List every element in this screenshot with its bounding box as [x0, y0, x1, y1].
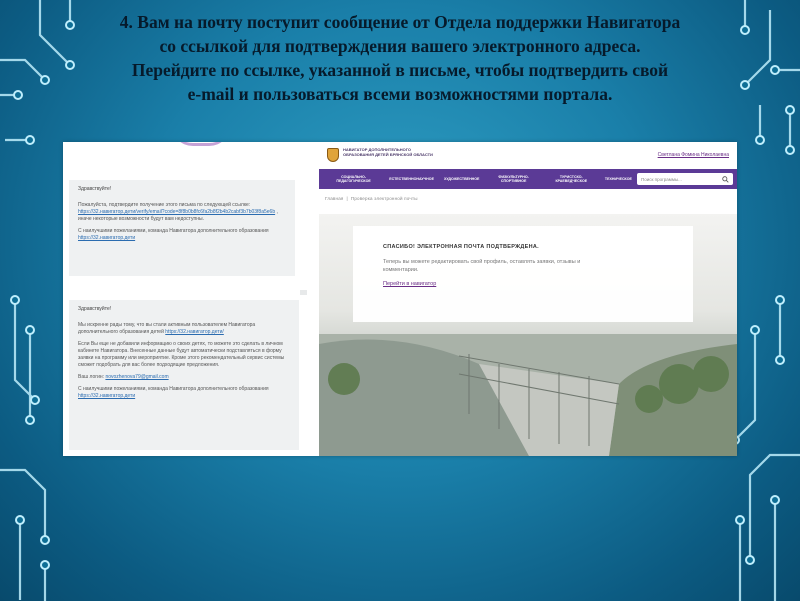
email-paragraph: Если Вы еще не добавили информацию о сво…	[78, 341, 285, 368]
signature-text: С наилучшими пожеланиями, команда Навига…	[78, 386, 269, 392]
embedded-screenshot: Здравствуйте! Пожалуйста, подтвердите по…	[63, 142, 737, 456]
email-greeting: Здравствуйте!	[78, 186, 112, 192]
confirm-link[interactable]: https://32.навигатор.дети/verify/email?c…	[78, 209, 275, 215]
heading-line: e-mail и пользоваться всеми возможностям…	[187, 84, 613, 104]
search-input[interactable]: Поиск программы...	[636, 173, 734, 185]
heading-line: Перейдите по ссылке, указанной в письме,…	[131, 60, 669, 80]
signature-link[interactable]: https://32.навигатор.дети	[78, 393, 135, 399]
breadcrumb-separator: |	[346, 196, 348, 201]
confirmation-email: Здравствуйте! Пожалуйста, подтвердите по…	[69, 180, 295, 276]
nav-item-tourism[interactable]: ТУРИСТСКО-КРАЕВЕДЧЕСКОЕ	[543, 175, 600, 184]
signature-link[interactable]: https://32.навигатор.дети	[78, 235, 135, 241]
go-to-navigator-link[interactable]: Перейти в навигатор	[383, 281, 663, 287]
hero-background: СПАСИБО! ЭЛЕКТРОННАЯ ПОЧТА ПОДТВЕРЖДЕНА.…	[319, 214, 737, 456]
coat-of-arms-logo[interactable]	[327, 148, 339, 162]
email-body-text: Пожалуйста, подтвердите получение этого …	[78, 202, 251, 208]
email-paragraph: Мы искренне рады тому, что вы стали акти…	[78, 322, 290, 336]
nav-item-social[interactable]: СОЦИАЛЬНО-ПЕДАГОГИЧЕСКОЕ	[323, 175, 384, 184]
main-nav: СОЦИАЛЬНО-ПЕДАГОГИЧЕСКОЕ ЕСТЕСТВЕННОНАУЧ…	[319, 169, 737, 189]
welcome-email: Здравствуйте! Мы искренне рады тому, что…	[69, 300, 299, 450]
search-icon[interactable]	[722, 175, 729, 183]
email-greeting: Здравствуйте!	[78, 306, 112, 312]
nav-item-science[interactable]: ЕСТЕСТВЕННОНАУЧНОЕ	[384, 177, 439, 182]
portal-page: НАВИГАТОР ДОПОЛНИТЕЛЬНОГО ОБРАЗОВАНИЯ ДЕ…	[319, 142, 737, 456]
nav-item-art[interactable]: ХУДОЖЕСТВЕННОЕ	[439, 177, 484, 182]
nav-item-sport[interactable]: ФИЗКУЛЬТУРНО-СПОРТИВНОЕ	[484, 175, 542, 184]
card-title: СПАСИБО! ЭЛЕКТРОННАЯ ПОЧТА ПОДТВЕРЖДЕНА.	[383, 244, 539, 250]
divider	[300, 290, 307, 295]
card-text: Теперь вы можете редактировать свой проф…	[383, 259, 581, 273]
breadcrumb-current: Проверка электронной почты	[350, 196, 418, 201]
user-profile-link[interactable]: Светлана Фомина Николаевна	[658, 152, 729, 158]
email-body: Пожалуйста, подтвердите получение этого …	[78, 202, 286, 223]
breadcrumb: Главная | Проверка электронной почты	[325, 196, 418, 201]
heading-line: со ссылкой для подтверждения вашего элек…	[159, 36, 641, 56]
login-value[interactable]: novozhenova79@gmail.com	[105, 374, 168, 380]
signature-text: С наилучшими пожеланиями, команда Навига…	[78, 228, 269, 234]
search-placeholder: Поиск программы...	[640, 176, 682, 182]
portal-logo-text[interactable]: НАВИГАТОР ДОПОЛНИТЕЛЬНОГО ОБРАЗОВАНИЯ ДЕ…	[343, 147, 433, 157]
breadcrumb-home[interactable]: Главная	[325, 196, 344, 201]
slide-heading: 4. Вам на почту поступит сообщение от От…	[70, 10, 730, 106]
nav-item-technical[interactable]: ТЕХНИЧЕСКОЕ	[600, 177, 637, 182]
confirmation-card: СПАСИБО! ЭЛЕКТРОННАЯ ПОЧТА ПОДТВЕРЖДЕНА.…	[353, 226, 693, 322]
portal-header: НАВИГАТОР ДОПОЛНИТЕЛЬНОГО ОБРАЗОВАНИЯ ДЕ…	[319, 144, 737, 166]
email-signature: С наилучшими пожеланиями, команда Навига…	[78, 228, 286, 242]
heading-line: 4. Вам на почту поступит сообщение от От…	[119, 12, 681, 32]
email-signature: С наилучшими пожеланиями, команда Навига…	[78, 386, 290, 400]
email-login: Ваш логин: novozhenova79@gmail.com	[78, 374, 290, 381]
login-label: Ваш логин:	[78, 374, 105, 380]
decorative-arc	[171, 142, 231, 146]
portal-link[interactable]: https://32.навигатор.дети/	[165, 329, 224, 335]
